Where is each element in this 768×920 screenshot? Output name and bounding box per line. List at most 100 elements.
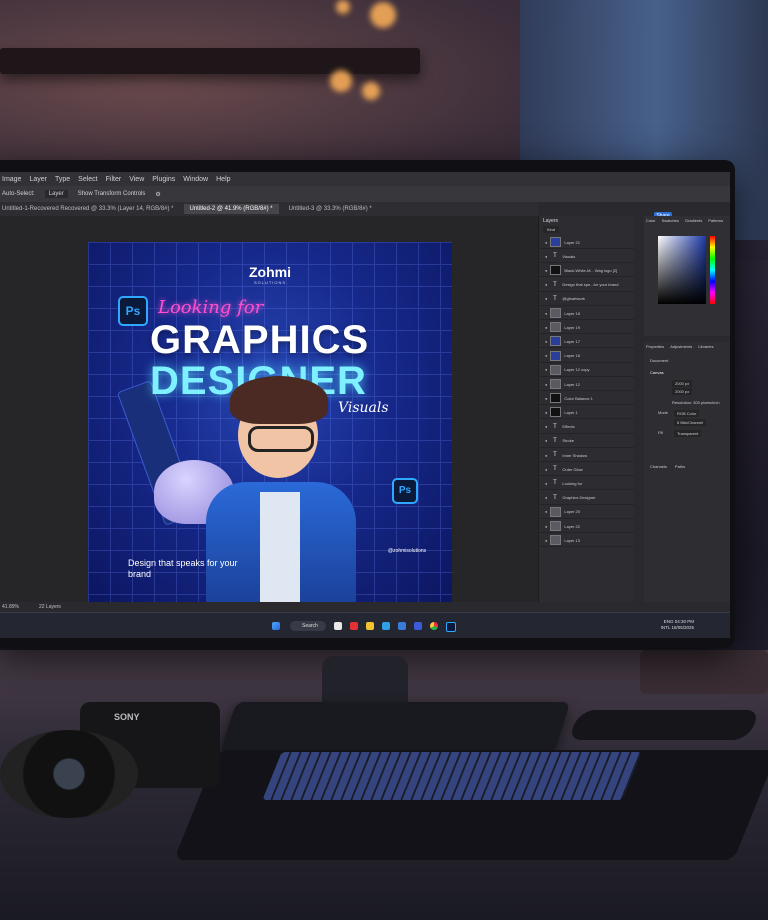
color-picker-field[interactable]: [658, 236, 706, 304]
file-explorer-icon[interactable]: [334, 622, 342, 630]
youtube-icon[interactable]: [350, 622, 358, 630]
facebook-icon[interactable]: [414, 622, 422, 630]
menu-item-layer[interactable]: Layer: [29, 176, 47, 183]
layer-row[interactable]: ● Layer 12: [539, 378, 635, 391]
visibility-eye-icon[interactable]: ●: [545, 453, 547, 458]
browser-icon[interactable]: [382, 622, 390, 630]
character-hair: [230, 376, 328, 424]
layer-row[interactable]: ● Layer 18: [539, 307, 635, 320]
layer-row[interactable]: ● T Graphics Designer: [539, 492, 635, 505]
visibility-eye-icon[interactable]: ●: [545, 268, 547, 273]
visibility-eye-icon[interactable]: ●: [545, 396, 547, 401]
visibility-eye-icon[interactable]: ●: [545, 282, 547, 287]
visibility-eye-icon[interactable]: ●: [545, 410, 547, 415]
language-indicator[interactable]: ENG: [664, 619, 674, 624]
mail-icon[interactable]: [398, 622, 406, 630]
menu-item-select[interactable]: Select: [78, 176, 97, 183]
menu-item-plugins[interactable]: Plugins: [152, 176, 175, 183]
visibility-eye-icon[interactable]: ●: [545, 382, 547, 387]
layer-row[interactable]: ● T Outer Glow: [539, 463, 635, 477]
chrome-icon[interactable]: [430, 622, 438, 630]
artwork-canvas[interactable]: Zohmi SOLUTIONS Ps Ps Looking for GRAPHI…: [88, 242, 452, 602]
windows-start-icon[interactable]: [272, 622, 280, 630]
layer-row[interactable]: ● Layer 21: [539, 236, 635, 249]
tab-channels[interactable]: Channels: [650, 464, 667, 469]
width-field[interactable]: 2000 px: [672, 380, 693, 387]
folder-icon[interactable]: [366, 622, 374, 630]
tab-untitled-2[interactable]: Untitled-2 @ 41.9% (RGB/8#) *: [183, 204, 279, 214]
layer-name: Layer 16: [564, 353, 580, 359]
taskbar-search[interactable]: Search: [290, 621, 326, 631]
visibility-eye-icon[interactable]: ●: [545, 353, 547, 358]
tab-patterns[interactable]: Patterns: [708, 218, 723, 223]
clock-time[interactable]: 04:30 PM: [675, 619, 694, 624]
layer-row[interactable]: ● Color Balance 1: [539, 392, 635, 406]
tab-gradients[interactable]: Gradients: [685, 218, 702, 223]
visibility-eye-icon[interactable]: ●: [545, 524, 547, 529]
zoom-level[interactable]: 41.89%: [2, 604, 19, 610]
tab-properties[interactable]: Properties: [646, 344, 664, 349]
mode-dropdown[interactable]: RGB Color: [674, 410, 700, 417]
visibility-eye-icon[interactable]: ●: [545, 240, 547, 245]
visibility-eye-icon[interactable]: ●: [545, 254, 547, 259]
visibility-eye-icon[interactable]: ●: [545, 509, 547, 514]
layer-row[interactable]: ● T @gfxartwork: [539, 293, 635, 306]
layer-row[interactable]: ● T Effects: [539, 421, 635, 434]
layer-thumbnail: [550, 535, 562, 546]
layer-row[interactable]: ● T Looking for: [539, 477, 635, 491]
tab-libraries[interactable]: Libraries: [698, 344, 713, 349]
layer-thumbnail: [550, 265, 562, 276]
tab-adjustments[interactable]: Adjustments: [670, 344, 692, 349]
hue-slider[interactable]: [710, 236, 715, 304]
layer-row[interactable]: ● Layer 1: [539, 406, 635, 420]
visibility-eye-icon[interactable]: ●: [545, 325, 547, 330]
visibility-eye-icon[interactable]: ●: [545, 467, 547, 472]
menu-item-type[interactable]: Type: [55, 176, 70, 183]
visibility-eye-icon[interactable]: ●: [545, 296, 547, 301]
layer-row[interactable]: ● Black-White-M... Wag logo [2]: [539, 264, 635, 278]
gear-icon[interactable]: ⚙: [155, 191, 160, 198]
layer-row[interactable]: ● T Stroke: [539, 435, 635, 448]
menu-item-filter[interactable]: Filter: [106, 176, 122, 183]
layer-row[interactable]: ● Layer 19: [539, 321, 635, 335]
layer-row[interactable]: ● Layer 20: [539, 506, 635, 519]
layer-filter-dropdown[interactable]: Kind: [543, 226, 560, 233]
layer-thumbnail: T: [553, 253, 557, 260]
visibility-eye-icon[interactable]: ●: [545, 538, 547, 543]
visibility-eye-icon[interactable]: ●: [545, 339, 547, 344]
layer-row[interactable]: ● Layer 12 copy: [539, 364, 635, 377]
visibility-eye-icon[interactable]: ●: [545, 367, 547, 372]
auto-select-checkbox[interactable]: Auto-Select:: [2, 191, 35, 197]
properties-tabs: Properties Adjustments Libraries: [646, 344, 714, 349]
layer-row[interactable]: ● Layer 22: [539, 520, 635, 533]
menu-item-image[interactable]: Image: [2, 176, 21, 183]
tab-paths[interactable]: Paths: [675, 464, 685, 469]
layer-row[interactable]: ● Layer 13: [539, 534, 635, 548]
menu-item-help[interactable]: Help: [216, 176, 230, 183]
menu-item-window[interactable]: Window: [183, 176, 208, 183]
visibility-eye-icon[interactable]: ●: [545, 311, 547, 316]
layer-row[interactable]: ● Layer 16: [539, 350, 635, 363]
show-transform-checkbox[interactable]: Show Transform Controls: [78, 191, 146, 197]
tab-untitled-3[interactable]: Untitled-3 @ 33.3% (RGB/8#) *: [289, 206, 372, 212]
photoshop-taskbar-icon[interactable]: [446, 622, 456, 632]
layer-row[interactable]: ● T Visuals: [539, 250, 635, 264]
layer-row[interactable]: ● Layer 17: [539, 335, 635, 349]
tab-color[interactable]: Color: [646, 218, 656, 223]
visibility-eye-icon[interactable]: ●: [545, 438, 547, 443]
tab-swatches[interactable]: Swatches: [662, 218, 679, 223]
layer-thumbnail: [550, 322, 562, 333]
layer-name: Outer Glow: [562, 466, 583, 472]
visibility-eye-icon[interactable]: ●: [545, 481, 547, 486]
fill-dropdown[interactable]: Transparent: [674, 430, 702, 437]
visibility-eye-icon[interactable]: ●: [545, 495, 547, 500]
resolution-text: Resolution: 300 pixels/inch: [672, 400, 720, 405]
layer-row[interactable]: ● T Inner Shadow: [539, 449, 635, 462]
auto-select-dropdown[interactable]: Layer: [44, 190, 68, 198]
layer-row[interactable]: ● T Design that spe...for your brand: [539, 279, 635, 292]
menu-item-view[interactable]: View: [129, 176, 144, 183]
tab-untitled-1[interactable]: Untitled-1-Recovered Recovered @ 33.3% (…: [2, 206, 174, 212]
height-field[interactable]: 2000 px: [672, 388, 693, 395]
bit-depth-dropdown[interactable]: 8 Bits/Channel: [674, 419, 707, 426]
visibility-eye-icon[interactable]: ●: [545, 424, 547, 429]
